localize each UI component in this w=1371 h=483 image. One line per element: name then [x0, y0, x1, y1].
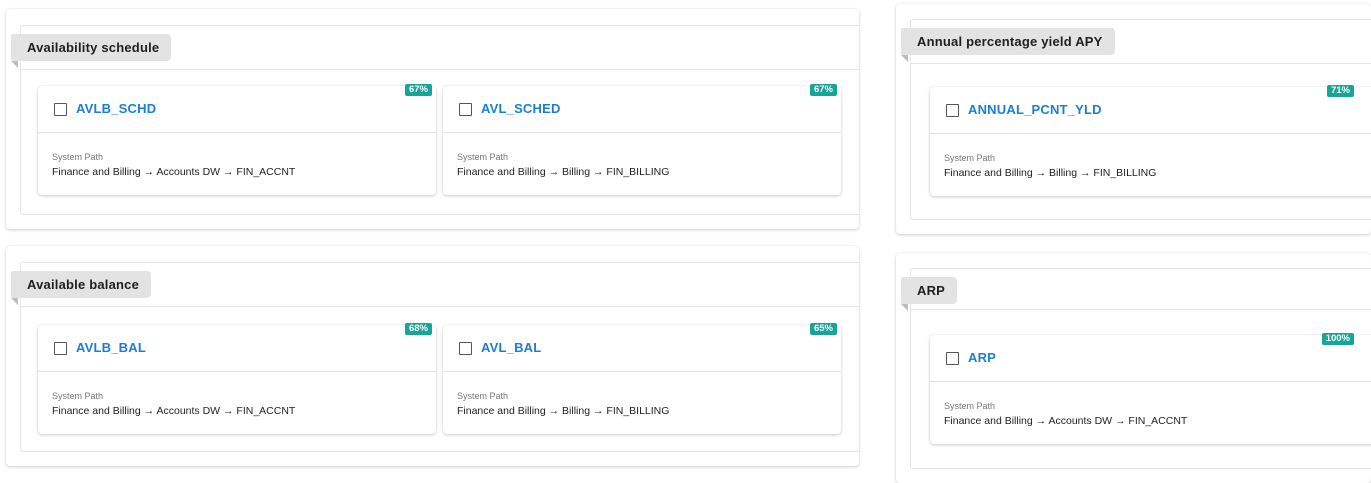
select-checkbox[interactable] — [54, 103, 67, 116]
match-score-badge: 65% — [809, 323, 837, 335]
match-card-header: AVL_BAL 65% — [443, 323, 841, 372]
match-card-header: AVLB_BAL 68% — [38, 323, 436, 372]
term-group-header: Available balance — [11, 263, 859, 307]
term-group-title: Available balance — [11, 271, 152, 305]
select-checkbox[interactable] — [459, 103, 472, 116]
match-name-link[interactable]: AVLB_SCHD — [76, 101, 156, 116]
term-group-availability-schedule: Availability schedule AVLB_SCHD 67% Syst… — [6, 9, 859, 229]
system-path-label: System Path — [944, 401, 996, 411]
select-checkbox[interactable] — [459, 342, 472, 355]
match-name-link[interactable]: AVLB_BAL — [76, 340, 146, 355]
match-score-badge: 71% — [1326, 85, 1354, 97]
match-name-link[interactable]: ARP — [968, 350, 996, 365]
term-group-frame: Availability schedule AVLB_SCHD 67% Syst… — [11, 25, 859, 215]
term-group-frame: ARP ARP 100% System Path Finance and Bil… — [901, 268, 1371, 469]
system-path-value: Finance and Billing → Accounts DW → FIN_… — [52, 166, 296, 178]
term-group-annual-percentage-yield: Annual percentage yield APY ANNUAL_PCNT_… — [896, 4, 1371, 234]
match-card[interactable]: ANNUAL_PCNT_YLD 71% System Path Finance … — [930, 85, 1371, 196]
match-card[interactable]: AVLB_SCHD 67% System Path Finance and Bi… — [38, 84, 436, 195]
match-card-header: AVL_SCHED 67% — [443, 84, 841, 133]
system-path-label: System Path — [457, 391, 509, 401]
system-path-label: System Path — [944, 153, 996, 163]
match-card[interactable]: AVL_BAL 65% System Path Finance and Bill… — [443, 323, 841, 434]
match-card-header: ANNUAL_PCNT_YLD 71% — [930, 85, 1371, 134]
match-name-link[interactable]: AVL_BAL — [481, 340, 541, 355]
term-group-header: Annual percentage yield APY — [901, 20, 1371, 64]
select-checkbox[interactable] — [946, 352, 959, 365]
term-group-available-balance: Available balance AVLB_BAL 68% System Pa… — [6, 246, 859, 466]
select-checkbox[interactable] — [946, 104, 959, 117]
match-score-badge: 68% — [404, 323, 432, 335]
term-group-frame: Available balance AVLB_BAL 68% System Pa… — [11, 262, 859, 452]
match-score-badge: 100% — [1321, 333, 1354, 345]
system-path-value: Finance and Billing → Accounts DW → FIN_… — [52, 405, 296, 417]
match-card-header: ARP 100% — [930, 333, 1371, 382]
system-path-value: Finance and Billing → Billing → FIN_BILL… — [457, 166, 670, 178]
system-path-label: System Path — [457, 152, 509, 162]
match-card-header: AVLB_SCHD 67% — [38, 84, 436, 133]
match-card[interactable]: AVLB_BAL 68% System Path Finance and Bil… — [38, 323, 436, 434]
system-path-label: System Path — [52, 152, 104, 162]
term-group-title: Annual percentage yield APY — [901, 28, 1115, 62]
system-path-value: Finance and Billing → Accounts DW → FIN_… — [944, 415, 1188, 427]
match-score-badge: 67% — [404, 84, 432, 96]
match-card[interactable]: AVL_SCHED 67% System Path Finance and Bi… — [443, 84, 841, 195]
term-group-title: ARP — [901, 277, 958, 311]
term-group-title: Availability schedule — [11, 34, 172, 68]
term-group-header: Availability schedule — [11, 26, 859, 70]
select-checkbox[interactable] — [54, 342, 67, 355]
match-card[interactable]: ARP 100% System Path Finance and Billing… — [930, 333, 1371, 444]
match-name-link[interactable]: ANNUAL_PCNT_YLD — [968, 102, 1102, 117]
term-group-frame: Annual percentage yield APY ANNUAL_PCNT_… — [901, 19, 1371, 220]
system-path-label: System Path — [52, 391, 104, 401]
match-score-badge: 67% — [809, 84, 837, 96]
match-name-link[interactable]: AVL_SCHED — [481, 101, 561, 116]
term-group-arp: ARP ARP 100% System Path Finance and Bil… — [896, 253, 1371, 483]
system-path-value: Finance and Billing → Billing → FIN_BILL… — [944, 167, 1157, 179]
term-group-header: ARP — [901, 269, 1371, 311]
system-path-value: Finance and Billing → Billing → FIN_BILL… — [457, 405, 670, 417]
